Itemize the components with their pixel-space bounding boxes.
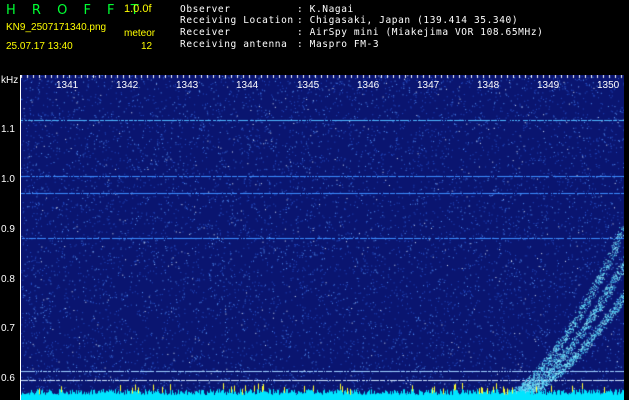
x-tick-label: 1350 xyxy=(597,80,620,91)
observer-label: Observer xyxy=(180,4,231,15)
x-tick-label: 1348 xyxy=(477,80,500,91)
location-value: : Chigasaki, Japan (139.414 35.340) xyxy=(297,15,519,26)
spectrogram-plot xyxy=(20,75,624,400)
app-version: 1.0.0f xyxy=(124,3,152,15)
datetime: 25.07.17 13:40 xyxy=(6,41,73,52)
spectrogram-canvas xyxy=(21,75,624,400)
x-tick-label: 1347 xyxy=(417,80,440,91)
y-tick-label: 0.9 xyxy=(1,224,15,235)
x-tick-label: 1346 xyxy=(357,80,380,91)
x-tick-label: 1342 xyxy=(116,80,139,91)
x-tick-label: 1344 xyxy=(236,80,259,91)
x-tick-label: 1343 xyxy=(176,80,199,91)
observer-value: : K.Nagai xyxy=(297,4,354,15)
antenna-value: : Maspro FM-3 xyxy=(297,39,380,50)
x-tick-label: 1345 xyxy=(297,80,320,91)
location-label: Receiving Location xyxy=(180,15,294,26)
header-panel: H R O F F T 1.0.0f KN9_2507171340.png 25… xyxy=(0,0,629,75)
receiver-label: Receiver xyxy=(180,27,231,38)
receiver-value: : AirSpy mini (Miakejima VOR 108.65MHz) xyxy=(297,27,544,38)
y-axis-unit: kHz xyxy=(1,75,19,86)
meteor-count: 12 xyxy=(141,41,153,52)
x-tick-label: 1349 xyxy=(537,80,560,91)
y-tick-label: 1.0 xyxy=(1,174,15,185)
x-tick-label: 1341 xyxy=(56,80,79,91)
y-tick-label: 0.6 xyxy=(1,373,15,384)
y-tick-label: 0.7 xyxy=(1,323,15,334)
meteor-label: meteor xyxy=(124,28,156,39)
filename: KN9_2507171340.png xyxy=(6,22,107,33)
y-tick-label: 0.8 xyxy=(1,274,15,285)
y-tick-label: 1.1 xyxy=(1,124,15,135)
antenna-label: Receiving antenna xyxy=(180,39,288,50)
